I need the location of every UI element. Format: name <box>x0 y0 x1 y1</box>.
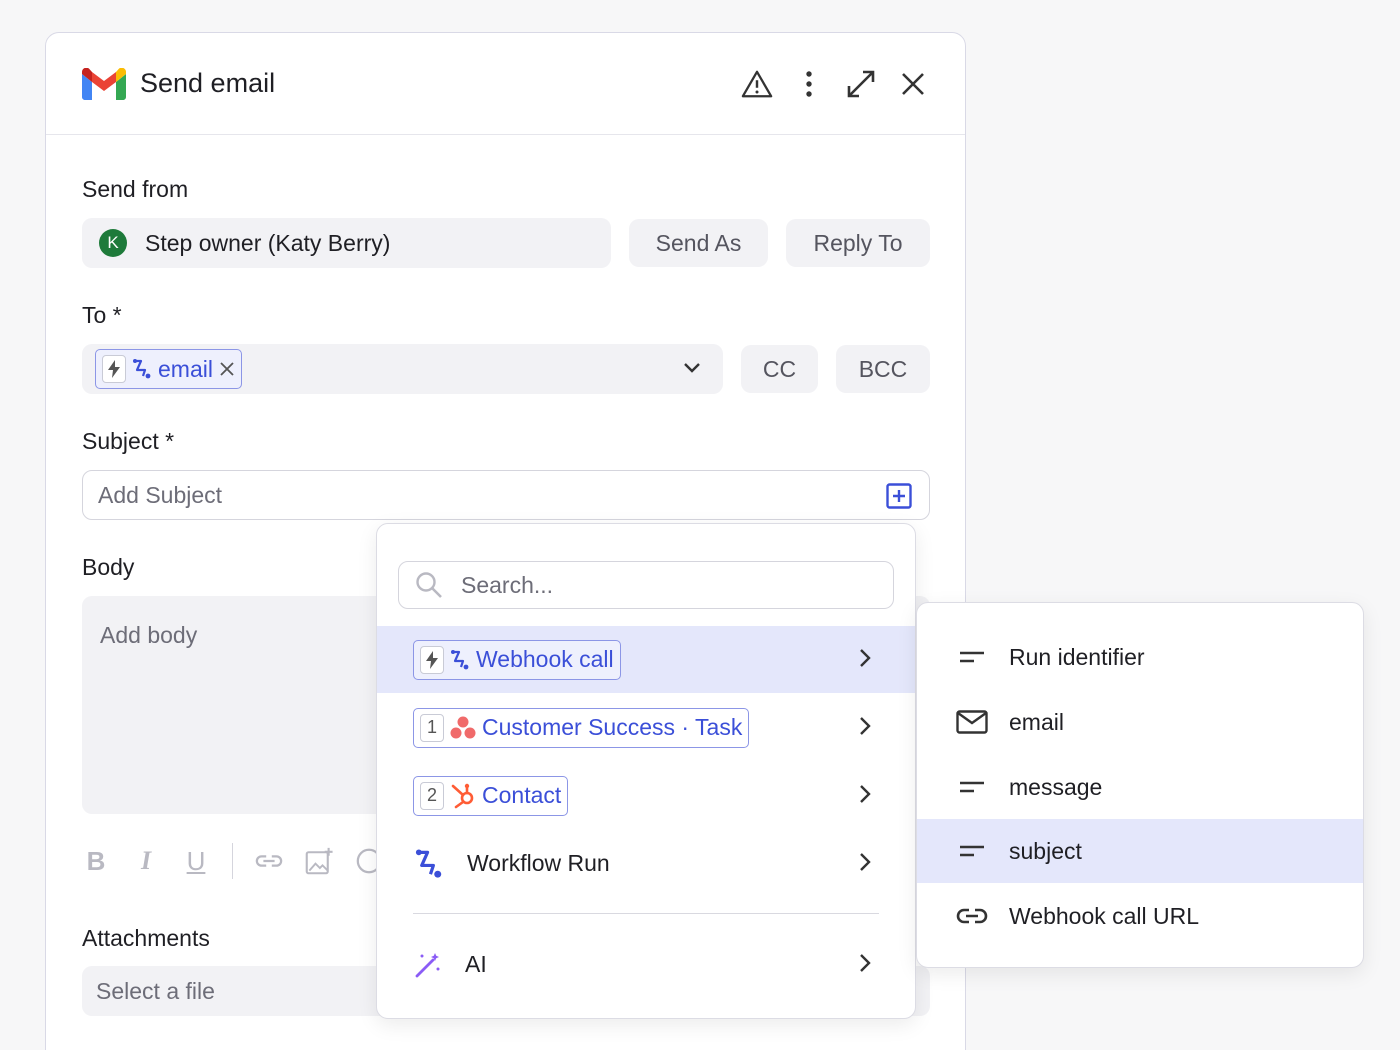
bold-button[interactable]: B <box>82 845 110 877</box>
body-label: Body <box>82 554 135 580</box>
avatar: K <box>99 229 127 257</box>
chevron-right-icon <box>860 649 871 667</box>
run-identifier-label: Run identifier <box>1009 643 1145 670</box>
submenu-item-email[interactable]: email <box>917 690 1363 754</box>
webhook-call-label: Webhook call <box>476 646 614 672</box>
subject-label: Subject * <box>82 428 175 454</box>
menu-item-ai[interactable]: AI <box>377 931 915 998</box>
search-input[interactable]: Search... <box>398 561 894 609</box>
reply-to-button[interactable]: Reply To <box>786 219 930 267</box>
email-token: email <box>95 349 242 389</box>
link-icon <box>955 901 989 931</box>
subject-field-label: subject <box>1009 837 1082 864</box>
webhook-fields-submenu: Run identifier email message subject Web… <box>916 602 1364 968</box>
hubspot-icon <box>451 783 474 808</box>
workflow-icon <box>133 359 151 379</box>
close-icon[interactable] <box>897 68 929 100</box>
workflow-run-label: Workflow Run <box>467 850 610 876</box>
attachments-label: Attachments <box>82 925 210 951</box>
step-number: 1 <box>420 713 444 742</box>
file-select-placeholder: Select a file <box>96 977 215 1004</box>
submenu-item-subject[interactable]: subject <box>917 819 1363 883</box>
body-placeholder: Add body <box>100 622 198 648</box>
chevron-down-icon[interactable] <box>683 362 701 374</box>
menu-item-contact[interactable]: 2 Contact <box>377 762 915 829</box>
formatting-toolbar: B I U <box>82 843 383 879</box>
workflow-icon <box>415 848 442 878</box>
insert-variable-icon[interactable] <box>886 483 912 509</box>
bolt-icon <box>420 645 444 674</box>
text-lines-icon <box>955 642 989 672</box>
chevron-right-icon <box>860 954 871 972</box>
menu-item-customer-success-task[interactable]: 1 Customer Success · Task <box>377 694 915 761</box>
send-from-value: Step owner (Katy Berry) <box>145 229 391 256</box>
asana-icon <box>450 716 476 738</box>
message-label: message <box>1009 773 1103 800</box>
submenu-item-message[interactable]: message <box>917 755 1363 819</box>
send-from-label: Send from <box>82 176 189 202</box>
email-label: email <box>1009 708 1064 735</box>
step-number: 2 <box>420 781 444 810</box>
underline-button[interactable]: U <box>182 845 210 877</box>
menu-divider <box>413 913 879 914</box>
search-placeholder: Search... <box>461 571 554 598</box>
menu-item-workflow-run[interactable]: Workflow Run <box>377 830 915 897</box>
text-lines-icon <box>955 836 989 866</box>
italic-button[interactable]: I <box>132 845 160 877</box>
ai-label: AI <box>465 951 487 977</box>
cc-button[interactable]: CC <box>741 345 818 393</box>
search-icon <box>416 572 442 598</box>
chevron-right-icon <box>860 853 871 871</box>
customer-success-label: Customer Success · Task <box>482 714 743 740</box>
variable-picker-dropdown: Search... Webhook call 1 Customer Succes… <box>376 523 916 1019</box>
link-icon[interactable] <box>255 845 283 877</box>
expand-icon[interactable] <box>845 68 877 100</box>
magic-wand-icon <box>415 952 440 977</box>
to-label: To * <box>82 302 122 328</box>
gmail-logo-icon <box>82 67 126 100</box>
bcc-button[interactable]: BCC <box>836 345 930 393</box>
subject-placeholder: Add Subject <box>98 481 223 508</box>
submenu-item-run-identifier[interactable]: Run identifier <box>917 625 1363 689</box>
contact-token: 2 Contact <box>413 775 569 816</box>
webhook-call-token: Webhook call <box>413 639 621 680</box>
contact-label: Contact <box>482 782 562 808</box>
warning-icon[interactable] <box>741 68 773 100</box>
bolt-icon <box>102 355 126 383</box>
customer-success-token: 1 Customer Success · Task <box>413 707 750 748</box>
submenu-item-webhook-call-url[interactable]: Webhook call URL <box>917 884 1363 948</box>
menu-item-webhook-call[interactable]: Webhook call <box>377 626 915 693</box>
text-lines-icon <box>955 772 989 802</box>
envelope-icon <box>955 707 989 737</box>
send-from-select[interactable]: K Step owner (Katy Berry) <box>82 218 611 268</box>
page-title: Send email <box>140 68 276 98</box>
chevron-right-icon <box>860 785 871 803</box>
email-token-label: email <box>158 355 213 382</box>
panel-header: Send email <box>46 33 965 135</box>
chevron-right-icon <box>860 717 871 735</box>
send-as-button[interactable]: Send As <box>629 219 768 267</box>
toolbar-divider <box>232 843 233 879</box>
to-field[interactable]: email <box>82 344 723 394</box>
subject-input[interactable]: Add Subject <box>82 470 930 520</box>
webhook-call-url-label: Webhook call URL <box>1009 902 1200 929</box>
image-icon[interactable] <box>305 845 333 877</box>
more-options-icon[interactable] <box>793 68 825 100</box>
remove-token-icon[interactable] <box>219 361 235 377</box>
workflow-icon <box>451 649 469 669</box>
